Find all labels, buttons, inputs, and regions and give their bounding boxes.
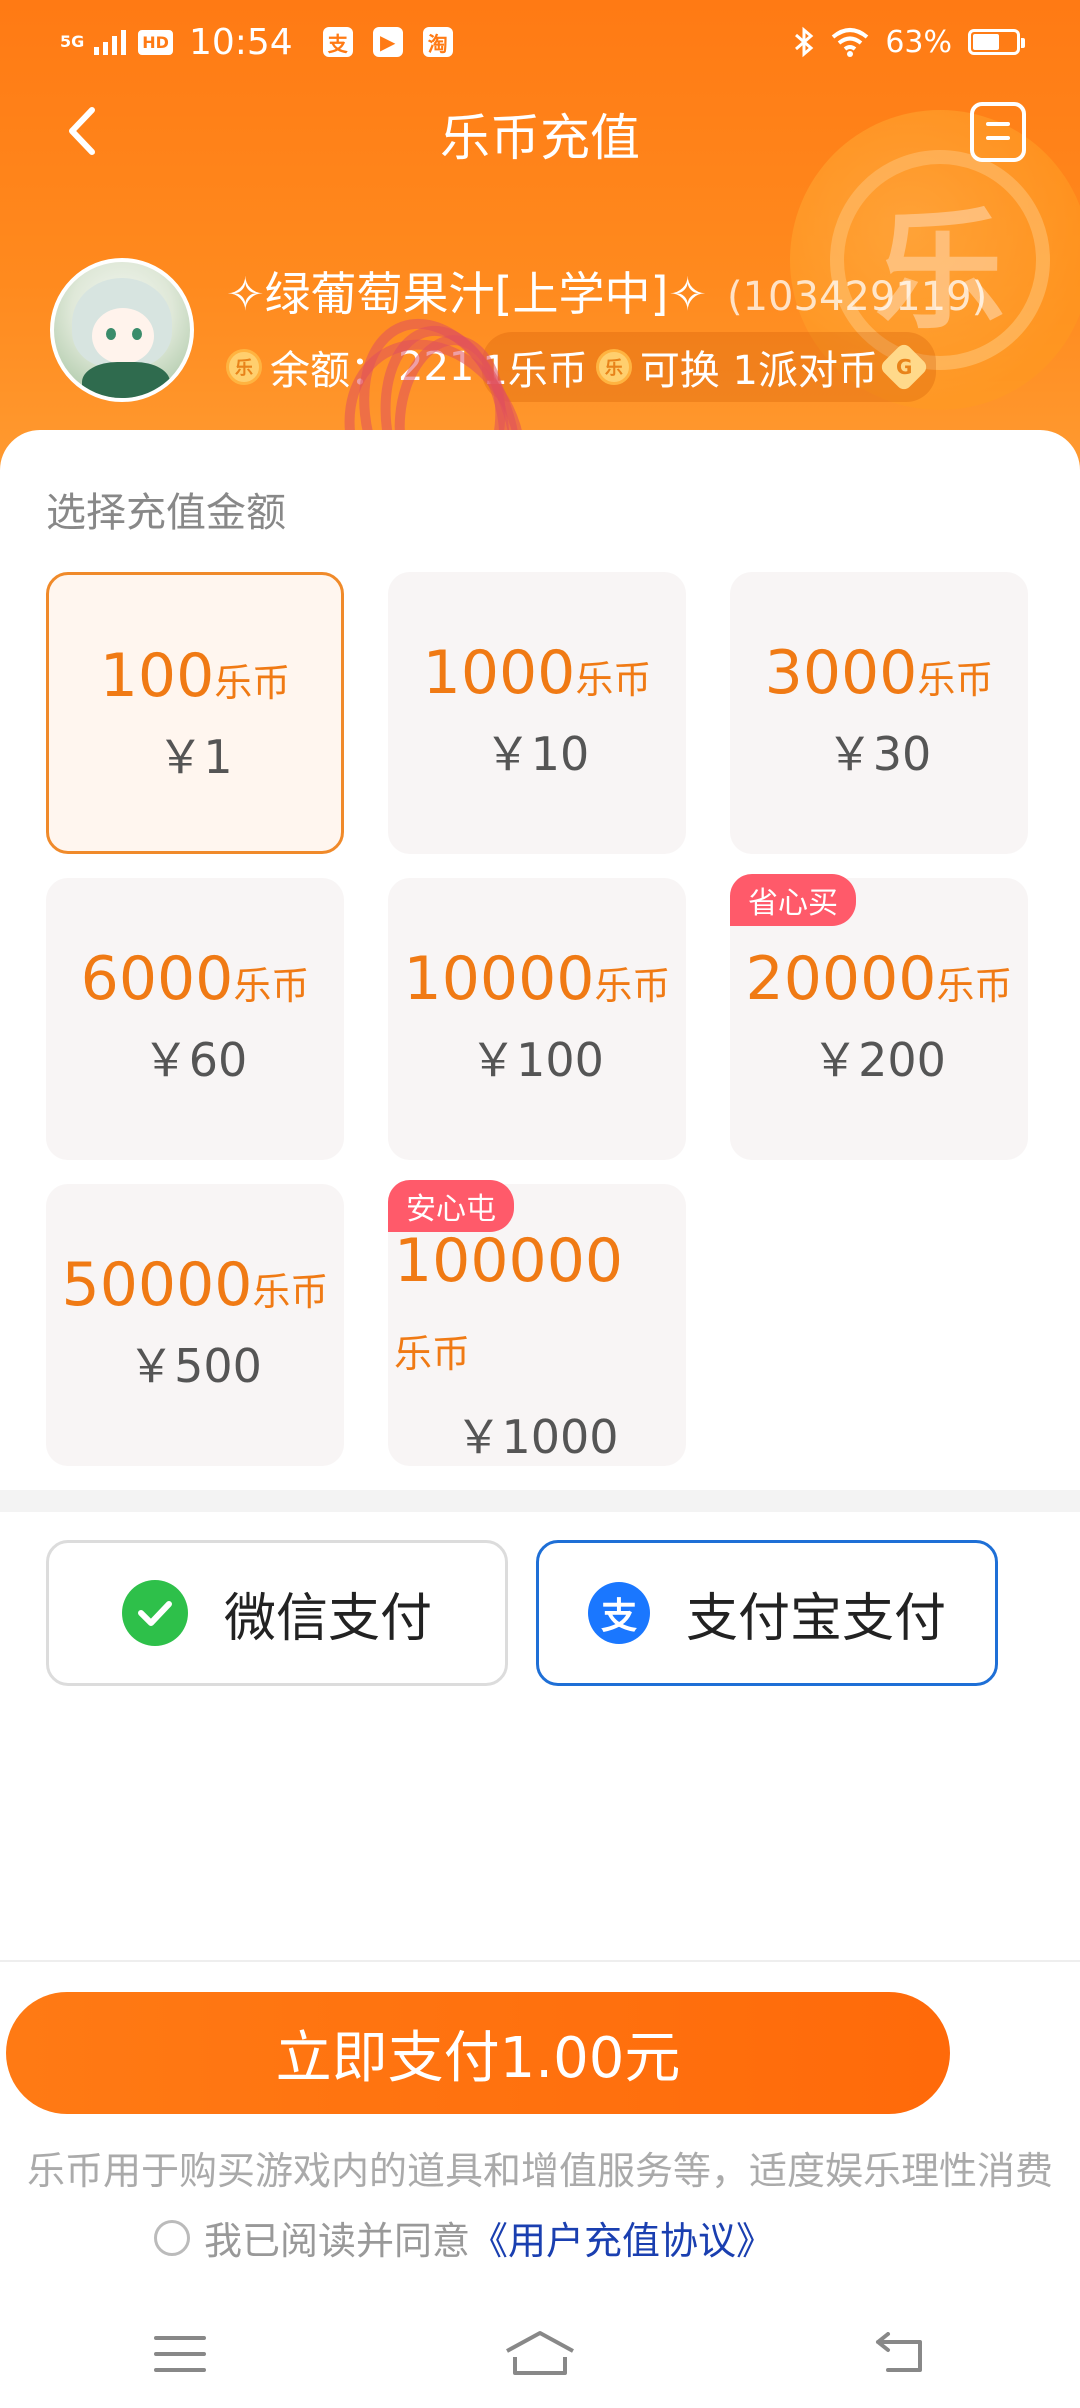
status-bar: 5G HD 10:54 支 ▶ 淘 63% (0, 0, 1080, 84)
alipay-button[interactable]: 支 支付宝支付 (536, 1540, 998, 1686)
package-tile[interactable]: 50000乐币 ￥500 (46, 1184, 344, 1466)
package-unit: 乐币 (394, 1332, 471, 1376)
package-amount: 20000 (745, 944, 937, 1014)
agreement-link[interactable]: 《用户充值协议》 (470, 2210, 774, 2265)
agreement-row: 我已阅读并同意 《用户充值协议》 (154, 2210, 774, 2265)
package-amount: 6000 (80, 944, 234, 1014)
hd-badge: HD (138, 29, 173, 55)
agree-text: 我已阅读并同意 (204, 2219, 471, 2263)
rate-coin: 1乐币 (482, 348, 588, 394)
package-unit: 乐币 (252, 1270, 329, 1314)
package-tag: 安心屯 (388, 1180, 514, 1232)
package-tile[interactable]: 6000乐币 ￥60 (46, 878, 344, 1160)
package-tile[interactable]: 省心买 20000乐币 ￥200 (730, 874, 1028, 1160)
package-tile[interactable]: 100乐币 ￥1 (46, 572, 344, 854)
profile-card: ✧绿葡萄果汁[上学中]✧ (103429119) 乐 余额： 221 1乐币 乐 … (50, 258, 1050, 408)
consumption-notice: 乐币用于购买游戏内的道具和增值服务等，适度娱乐理性消费 (26, 2149, 1053, 2193)
avatar (50, 258, 194, 402)
clock: 10:54 (188, 21, 293, 63)
package-price: ￥30 (826, 727, 932, 781)
package-price: ￥200 (812, 1033, 946, 1087)
package-tile[interactable]: 3000乐币 ￥30 (730, 572, 1028, 854)
package-amount: 10000 (403, 944, 595, 1014)
package-price: ￥100 (470, 1033, 604, 1087)
package-tag: 省心买 (730, 874, 856, 926)
balance-value: 221 (398, 344, 475, 390)
package-amount: 100000 (394, 1226, 624, 1296)
recent-apps-button[interactable] (135, 2324, 225, 2384)
alipay-notification-icon: 支 (322, 27, 353, 57)
battery-icon (968, 29, 1025, 55)
system-navigation-bar (0, 2300, 1080, 2408)
recharge-panel: 选择充值金额 100乐币 ￥1 1000乐币 ￥10 3000乐币 ￥30 60… (0, 430, 1080, 1480)
signal-icon (94, 30, 127, 55)
coin-icon: 乐 (226, 349, 262, 385)
package-unit: 乐币 (917, 658, 994, 702)
package-unit: 乐币 (214, 661, 291, 705)
balance-row: 乐 余额： 221 1乐币 乐 可换 1派对币 G (226, 332, 936, 402)
taobao-notification-icon: 淘 (422, 27, 453, 57)
alipay-label: 支付宝支付 (685, 1588, 946, 1649)
party-coin-icon: G (878, 341, 930, 393)
package-price: ￥60 (142, 1033, 248, 1087)
wechat-icon (121, 1580, 188, 1646)
package-unit: 乐币 (936, 964, 1013, 1008)
wechat-pay-button[interactable]: 微信支付 (46, 1540, 508, 1686)
package-tile[interactable]: 1000乐币 ￥10 (388, 572, 686, 854)
package-unit: 乐币 (233, 964, 310, 1008)
video-notification-icon: ▶ (372, 27, 403, 57)
records-button[interactable] (970, 102, 1026, 162)
bluetooth-icon (795, 26, 814, 58)
payment-methods: 微信支付 支 支付宝支付 (46, 1540, 1008, 1686)
package-tile[interactable]: 安心屯 100000 乐币 ￥1000 (388, 1180, 686, 1466)
package-price: ￥500 (128, 1339, 262, 1393)
pay-now-button[interactable]: 立即支付1.00元 (6, 1992, 950, 2114)
back-nav-button[interactable] (855, 2324, 945, 2384)
exchange-rate: 1乐币 乐 可换 1派对币 G (482, 332, 936, 402)
package-price: ￥10 (484, 727, 590, 781)
back-button[interactable] (56, 96, 116, 166)
section-title: 选择充值金额 (46, 490, 286, 536)
package-unit: 乐币 (575, 658, 652, 702)
network-indicator: 5G (60, 32, 85, 51)
home-button[interactable] (495, 2324, 585, 2384)
package-amount: 3000 (764, 638, 918, 708)
section-divider (0, 1490, 1080, 1512)
page-title: 乐币充值 (440, 109, 640, 167)
agree-radio[interactable] (154, 2219, 190, 2256)
package-price: ￥1 (157, 730, 233, 784)
package-amount: 1000 (422, 638, 576, 708)
user-id: (103429119) (726, 274, 988, 320)
package-price: ￥1000 (455, 1410, 619, 1464)
return-icon (876, 2332, 922, 2372)
package-tile[interactable]: 10000乐币 ￥100 (388, 878, 686, 1160)
coin-icon: 乐 (595, 349, 632, 385)
rate-party: 可换 1派对币 (639, 348, 878, 394)
package-unit: 乐币 (594, 964, 671, 1008)
battery-percent: 63% (885, 24, 952, 60)
home-icon (506, 2331, 574, 2375)
alipay-icon: 支 (587, 1582, 650, 1644)
back-arrow-icon (69, 107, 95, 155)
nickname-text: ✧绿葡萄果汁[上学中]✧ (226, 267, 707, 321)
balance-label: 余额： (270, 348, 390, 394)
package-amount: 100 (99, 641, 215, 711)
nav-bar: 乐币充值 (0, 84, 1080, 184)
menu-lines-icon (154, 2336, 206, 2372)
wifi-icon (832, 28, 869, 57)
wechat-pay-label: 微信支付 (223, 1588, 432, 1649)
package-amount: 50000 (61, 1250, 253, 1320)
footer-divider (0, 1960, 1080, 1962)
nickname: ✧绿葡萄果汁[上学中]✧ (103429119) (226, 258, 987, 324)
